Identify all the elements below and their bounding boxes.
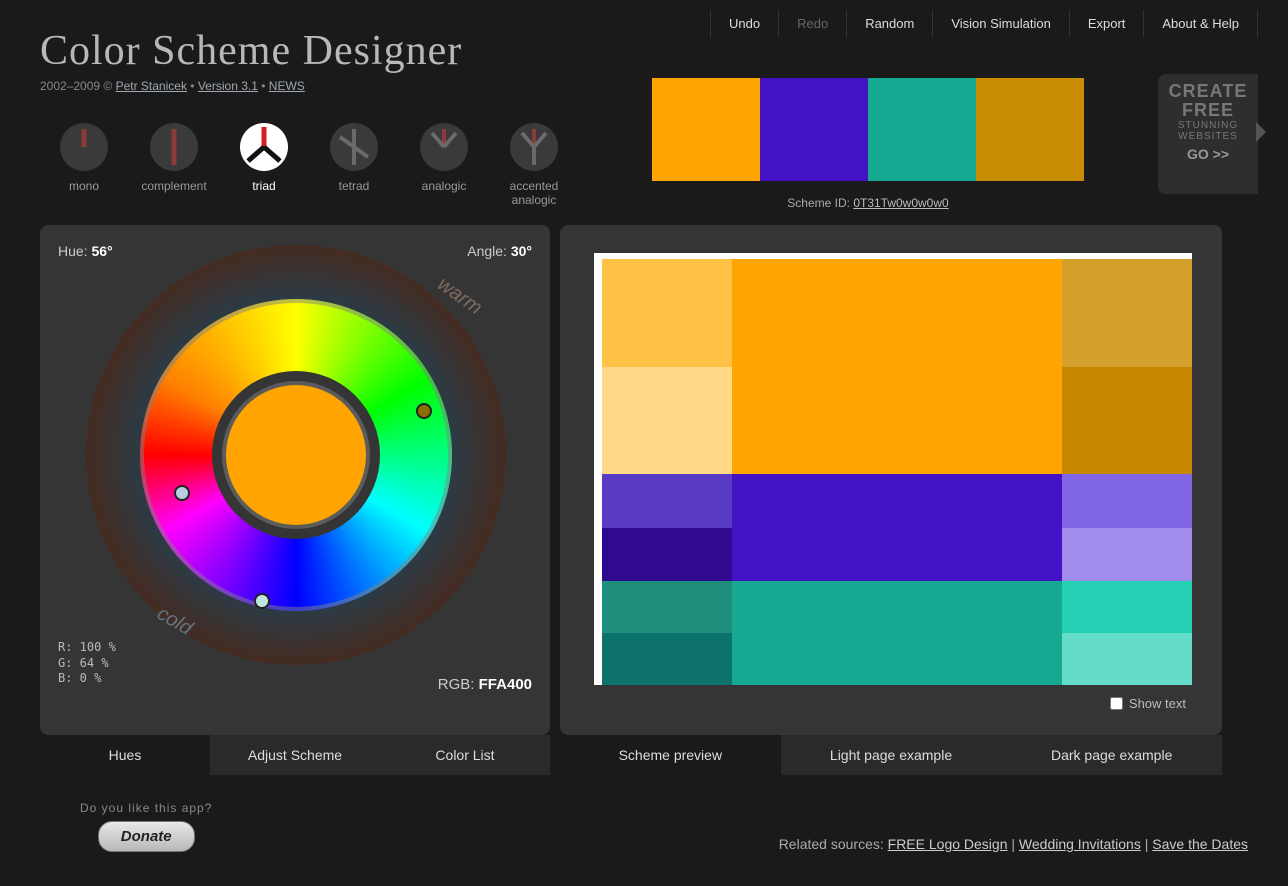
tab-dark-example[interactable]: Dark page example [1001,735,1222,775]
preview-swatch [732,581,1062,685]
nav-about[interactable]: About & Help [1143,10,1258,37]
donate-button[interactable]: Donate [98,821,195,852]
nav-redo[interactable]: Redo [778,10,846,37]
ad-line: CREATE [1164,82,1252,101]
preview-swatch [1062,367,1192,475]
link-wedding-invitations[interactable]: Wedding Invitations [1019,836,1141,852]
tab-light-example[interactable]: Light page example [781,735,1002,775]
nav-vision[interactable]: Vision Simulation [932,10,1068,37]
tab-list[interactable]: Color List [380,735,550,775]
scheme-swatch[interactable] [652,78,760,181]
rgb-hex-value: FFA400 [479,676,532,693]
scheme-type-complement[interactable]: complement [144,123,204,207]
tab-hues[interactable]: Hues [40,735,210,775]
scheme-type-accented-analogic[interactable]: accented analogic [504,123,564,207]
preview-swatch [1062,528,1192,582]
ad-line: WEBSITES [1164,131,1252,142]
preview-swatch [602,474,732,528]
wheel-center-swatch [226,385,366,525]
related-links: Related sources: FREE Logo Design | Wedd… [779,836,1248,852]
angle-value: 30° [511,243,532,259]
preview-swatch [1062,581,1192,633]
sep: • [261,79,269,93]
scheme-id-readout: Scheme ID: 0T31Tw0w0w0w0 [652,196,1084,210]
news-link[interactable]: NEWS [269,79,305,93]
rgb-percent-readout: R: 100 % G: 64 % B: 0 % [58,640,116,687]
scheme-type-triad[interactable]: triad [234,123,294,207]
preview-swatch [732,259,1062,474]
nav-random[interactable]: Random [846,10,932,37]
preview-swatch [1062,259,1192,367]
preview-swatch [602,633,732,685]
rgb-r: R: 100 % [58,640,116,656]
color-wheel[interactable]: warm cold [86,245,506,665]
panel-hue-wheel: Hue: 56° Angle: 30° warm cold R: 100 [40,225,550,735]
show-text-toggle[interactable]: Show text [1110,696,1186,711]
rgb-hex-label: RGB: [438,676,479,693]
scheme-swatch[interactable] [760,78,868,181]
ad-line: STUNNING [1164,120,1252,131]
scheme-id-label: Scheme ID: [787,196,853,210]
years: 2002–2009 © [40,79,116,93]
scheme-type-label: tetrad [339,179,370,193]
scheme-type-label: analogic [422,179,467,193]
rgb-hex-readout: RGB: FFA400 [438,676,532,693]
right-panel-tabs: Scheme preview Light page example Dark p… [560,735,1222,775]
panel-preview: Show text Scheme preview Light page exam… [560,225,1222,735]
author-link[interactable]: Petr Stanicek [116,79,187,93]
nav-undo[interactable]: Undo [710,10,778,37]
scheme-type-label: mono [69,179,99,193]
hue-node-secondary[interactable] [174,485,190,501]
rgb-b: B: 0 % [58,671,116,687]
preview-swatch [732,474,1062,581]
scheme-swatch[interactable] [868,78,976,181]
scheme-type-analogic[interactable]: analogic [414,123,474,207]
preview-swatch [1062,633,1192,685]
show-text-checkbox[interactable] [1110,697,1123,710]
tab-adjust[interactable]: Adjust Scheme [210,735,380,775]
preview-swatch [1062,474,1192,528]
donate-prompt: Do you like this app? [80,801,212,815]
hue-node-primary[interactable] [416,403,432,419]
scheme-swatch[interactable] [976,78,1084,181]
tab-scheme-preview[interactable]: Scheme preview [560,735,781,775]
preview-swatch [602,528,732,582]
scheme-swatch-row [652,78,1084,181]
scheme-type-label: accented analogic [504,179,564,207]
warm-label: warm [433,273,486,320]
scheme-type-tetrad[interactable]: tetrad [324,123,384,207]
hue-node-tertiary[interactable] [254,593,270,609]
sep: • [190,79,198,93]
link-logo-design[interactable]: FREE Logo Design [888,836,1008,852]
link-save-the-dates[interactable]: Save the Dates [1152,836,1248,852]
related-prefix: Related sources: [779,836,888,852]
ad-line: FREE [1164,101,1252,120]
scheme-preview-grid [594,253,1192,685]
sep: | [1011,836,1019,852]
show-text-label: Show text [1129,696,1186,711]
cold-label: cold [153,602,196,640]
version-link[interactable]: Version 3.1 [198,79,258,93]
scheme-type-label: triad [252,179,275,193]
left-panel-tabs: Hues Adjust Scheme Color List [40,735,550,775]
preview-swatch [602,581,732,633]
rgb-g: G: 64 % [58,656,116,672]
scheme-type-label: complement [141,179,206,193]
chevron-right-icon [1256,122,1266,142]
scheme-id-link[interactable]: 0T31Tw0w0w0w0 [853,196,948,210]
preview-swatch [602,259,732,367]
scheme-type-mono[interactable]: mono [54,123,114,207]
nav-export[interactable]: Export [1069,10,1144,37]
ad-go: GO >> [1164,146,1252,162]
preview-swatch [602,367,732,475]
promo-ad[interactable]: CREATE FREE STUNNING WEBSITES GO >> [1158,74,1258,194]
